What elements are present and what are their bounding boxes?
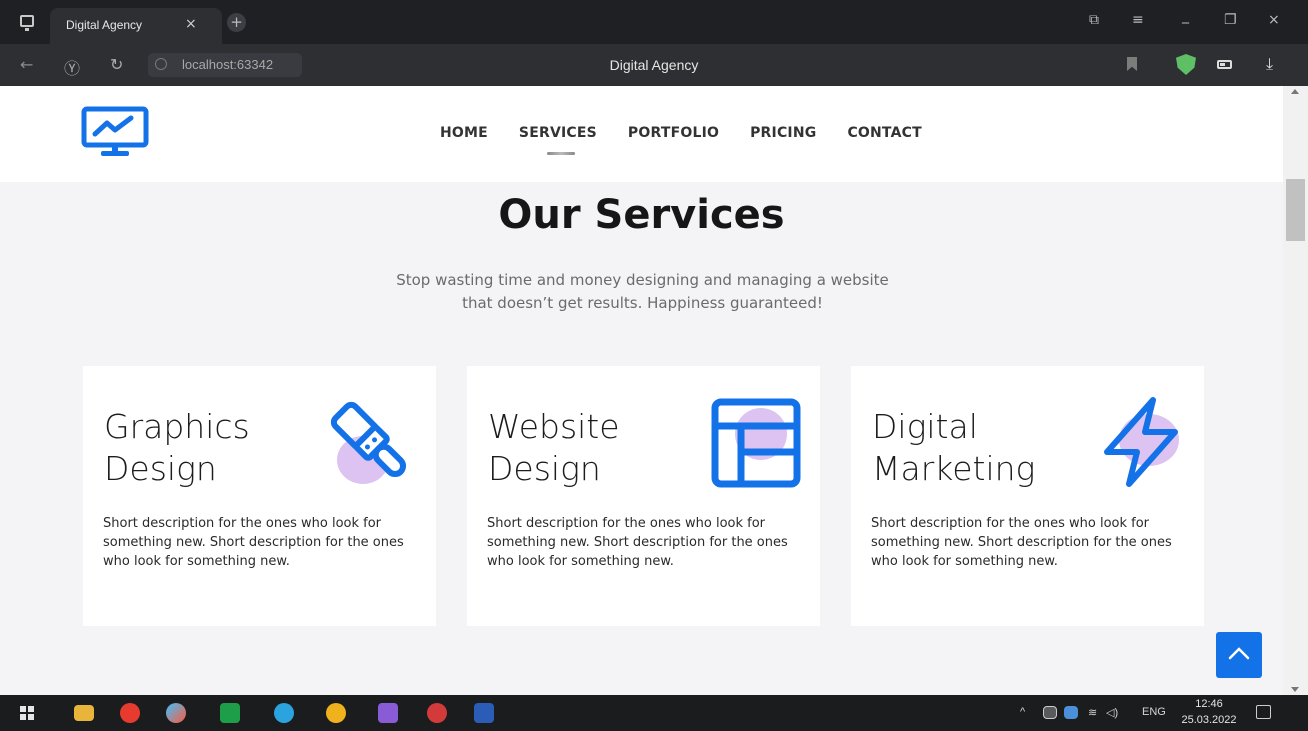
card-title-line: Design	[488, 449, 601, 488]
card-description: Short description for the ones who look …	[487, 516, 788, 569]
scroll-to-top-button[interactable]	[1216, 632, 1262, 678]
card-title: Digital Marketing	[872, 406, 1072, 490]
card-title-line: Design	[104, 449, 217, 488]
tray-network-app-icon[interactable]	[1064, 706, 1078, 719]
windows-taskbar: ^ ≋ ◁) ENG 12:46 25.03.2022	[0, 695, 1308, 731]
windows-start-icon[interactable]	[20, 706, 34, 720]
monitor-logo-icon[interactable]	[81, 106, 149, 158]
scroll-down-arrow[interactable]	[1291, 687, 1299, 692]
clock-time: 12:46	[1195, 698, 1223, 710]
clock[interactable]: 12:46 25.03.2022	[1178, 696, 1240, 728]
subtitle-line-1: Stop wasting time and money designing an…	[396, 271, 889, 289]
yandex-browser-icon[interactable]	[120, 703, 140, 723]
tab-title: Digital Agency	[66, 18, 143, 32]
language-indicator[interactable]: ENG	[1142, 706, 1166, 718]
tray-arrow-icon[interactable]: ^	[1020, 706, 1025, 718]
close-window-button[interactable]: ×	[1268, 12, 1280, 28]
aimp-icon[interactable]	[326, 703, 346, 723]
browser-tab-bar: Digital Agency × + ⧉ ≡ _ ❐ ×	[0, 0, 1308, 44]
section-title: Our Services	[498, 192, 785, 238]
nav-pricing[interactable]: PRICING	[750, 125, 816, 141]
wifi-icon[interactable]: ≋	[1088, 706, 1097, 719]
restore-button[interactable]: ❐	[1224, 12, 1237, 28]
nav-contact[interactable]: CONTACT	[847, 125, 921, 141]
clock-date: 25.03.2022	[1181, 714, 1237, 726]
page-scrollbar[interactable]	[1283, 86, 1308, 695]
card-title-line: Digital	[872, 407, 978, 446]
paint-brush-icon	[330, 401, 407, 484]
collections-icon[interactable]: ⧉	[1089, 12, 1099, 28]
card-title: Website Design	[488, 406, 688, 490]
card-description: Short description for the ones who look …	[871, 516, 1172, 569]
subtitle-line-2: that doesn’t get results. Happiness guar…	[462, 294, 823, 312]
scrollbar-thumb[interactable]	[1286, 179, 1305, 241]
pycharm-icon[interactable]	[220, 703, 240, 723]
card-title-line: Marketing	[872, 449, 1036, 488]
address-bar: ← Ⓨ ↻ localhost:63342 Digital Agency ⤓	[0, 44, 1308, 86]
card-description: Short description for the ones who look …	[103, 516, 404, 569]
card-title-line: Website	[488, 407, 620, 446]
nav-portfolio[interactable]: PORTFOLIO	[628, 125, 719, 141]
layout-icon	[711, 398, 801, 488]
service-card-website: Website Design Short description for the…	[467, 366, 820, 626]
ccleaner-icon[interactable]	[166, 703, 186, 723]
card-title-line: Graphics	[104, 407, 250, 446]
tab-close-icon[interactable]: ×	[185, 16, 197, 32]
card-title: Graphics Design	[104, 406, 304, 490]
nav-home[interactable]: HOME	[440, 125, 488, 141]
main-nav: HOME SERVICES PORTFOLIO PRICING CONTACT	[440, 125, 953, 155]
volume-icon[interactable]: ◁)	[1106, 706, 1118, 719]
section-subtitle: Stop wasting time and money designing an…	[370, 269, 915, 315]
new-tab-button[interactable]: +	[227, 13, 246, 32]
browser-tab[interactable]: Digital Agency ×	[50, 8, 222, 44]
t-app-icon[interactable]	[427, 703, 447, 723]
service-card-graphics: Graphics Design Short description for th…	[83, 366, 436, 626]
word-icon[interactable]	[474, 703, 494, 723]
download-icon[interactable]: ⤓	[1266, 54, 1273, 74]
telegram-icon[interactable]	[274, 703, 294, 723]
page-viewport: HOME SERVICES PORTFOLIO PRICING CONTACT …	[0, 86, 1308, 695]
minimize-button[interactable]: _	[1182, 8, 1189, 24]
menu-icon[interactable]: ≡	[1132, 12, 1144, 28]
nav-services[interactable]: SERVICES	[519, 125, 597, 155]
file-explorer-icon[interactable]	[74, 705, 94, 721]
battery-saver-icon[interactable]	[1217, 60, 1232, 69]
scroll-up-arrow[interactable]	[1291, 89, 1299, 94]
site-header: HOME SERVICES PORTFOLIO PRICING CONTACT	[0, 86, 1283, 182]
lightning-icon	[1104, 397, 1179, 487]
visual-studio-icon[interactable]	[378, 703, 398, 723]
chevron-up-icon	[1228, 647, 1250, 660]
tray-app-icon[interactable]	[1043, 706, 1057, 719]
notifications-icon[interactable]	[1256, 705, 1271, 719]
service-card-marketing: Digital Marketing Short description for …	[851, 366, 1204, 626]
screen-icon[interactable]	[20, 15, 34, 31]
page-title: Digital Agency	[609, 57, 699, 73]
